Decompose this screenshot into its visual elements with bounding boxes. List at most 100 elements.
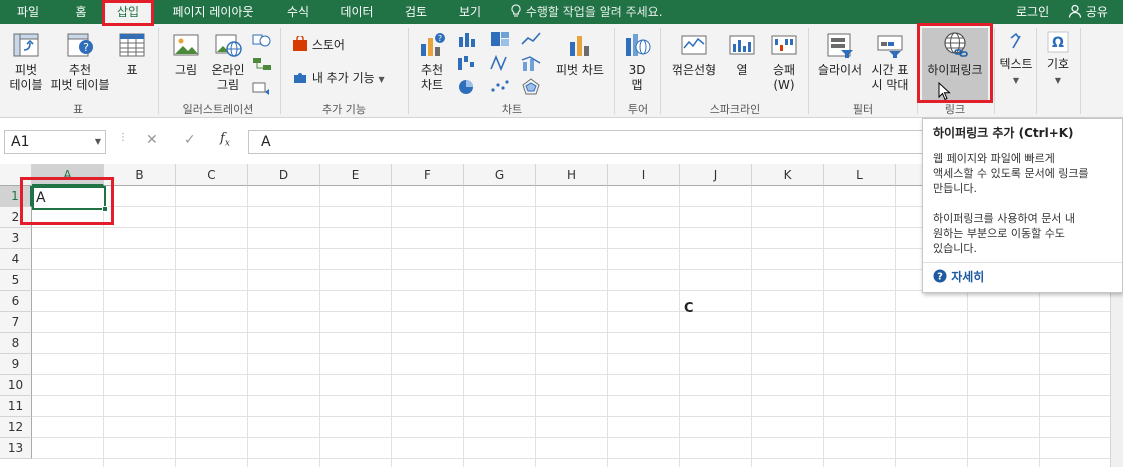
active-cell-a1[interactable]: A [32, 186, 108, 212]
shapes-icon [252, 34, 271, 47]
pie-chart-button[interactable] [454, 78, 482, 100]
recommended-pivot-button[interactable]: ? 추천 피벗 테이블 [46, 30, 114, 93]
enter-icon[interactable]: ✓ [184, 132, 196, 148]
row-header-5[interactable]: 5 [0, 270, 32, 291]
statistic-chart-button[interactable] [486, 54, 514, 76]
more-options-icon[interactable]: ⋮ [118, 132, 128, 143]
sparkline-winloss-button[interactable]: 승패 (W) [764, 30, 804, 93]
row-header-2[interactable]: 2 [0, 207, 32, 228]
pivot-chart-button[interactable]: 피벗 차트 [554, 30, 606, 78]
tell-me-more-link[interactable]: ? 자세히 [933, 269, 984, 285]
tab-insert[interactable]: 삽입 [104, 0, 152, 24]
picture-button[interactable]: 그림 [168, 30, 204, 78]
online-picture-button[interactable]: 온라인 그림 [206, 30, 250, 93]
timeline-label-1: 시간 표 [871, 63, 909, 77]
column-header-k[interactable]: K [752, 164, 824, 186]
screenshot-button[interactable] [250, 80, 274, 100]
svg-text:?: ? [83, 41, 89, 54]
3d-map-button[interactable]: 3D 맵 [620, 30, 654, 93]
group-separator [660, 28, 661, 114]
tab-home[interactable]: 홈 [62, 0, 100, 24]
column-header-j[interactable]: J [680, 164, 752, 186]
column-header-e[interactable]: E [320, 164, 392, 186]
tab-formulas[interactable]: 수식 [276, 0, 320, 24]
row-header-9[interactable]: 9 [0, 354, 32, 375]
recommended-charts-icon: ? [421, 33, 445, 56]
tell-me-text: 수행할 작업을 알려 주세요. [525, 5, 663, 19]
tab-file[interactable]: 파일 [4, 0, 52, 24]
waterfall-chart-button[interactable] [454, 54, 482, 76]
tab-data[interactable]: 데이터 [330, 0, 384, 24]
text-button[interactable]: 텍스트 ▼ [996, 30, 1036, 88]
slicer-button[interactable]: 슬라이서 [812, 30, 868, 78]
scatter-chart-button[interactable] [486, 78, 514, 100]
column-header-h[interactable]: H [536, 164, 608, 186]
column-header-f[interactable]: F [392, 164, 464, 186]
svg-text:Ω: Ω [1052, 35, 1064, 51]
3d-map-label-2: 맵 [631, 78, 643, 92]
smartart-button[interactable] [250, 56, 274, 76]
row-header-7[interactable]: 7 [0, 312, 32, 333]
column-header-b[interactable]: B [104, 164, 176, 186]
column-chart-icon [459, 33, 475, 47]
column-chart-button[interactable] [454, 30, 482, 52]
row-header-8[interactable]: 8 [0, 333, 32, 354]
recommended-charts-label-2: 차트 [420, 78, 444, 92]
store-button[interactable]: 스토어 [292, 34, 345, 53]
row-header-6[interactable]: 6 [0, 291, 32, 312]
pivot-table-button[interactable]: 피벗 테이블 [4, 30, 48, 93]
name-box[interactable]: A1 ▼ [4, 130, 106, 154]
column-header-c[interactable]: C [176, 164, 248, 186]
table-icon [119, 33, 145, 57]
timeline-label-2: 시 막대 [871, 78, 909, 92]
tell-me-box[interactable]: 수행할 작업을 알려 주세요. [510, 0, 663, 24]
row-header-11[interactable]: 11 [0, 396, 32, 417]
svg-text:?: ? [937, 272, 943, 283]
chevron-down-icon[interactable]: ▼ [95, 131, 101, 153]
group-separator [408, 28, 409, 114]
cancel-icon[interactable]: ✕ [146, 132, 158, 148]
column-header-d[interactable]: D [248, 164, 320, 186]
recommended-charts-button[interactable]: ? 추천 차트 [414, 30, 450, 93]
row-header-13[interactable]: 13 [0, 438, 32, 459]
group-separator [808, 28, 809, 114]
tooltip-line: 있습니다. [933, 242, 977, 255]
column-header-l[interactable]: L [824, 164, 896, 186]
sparkline-column-label: 열 [736, 63, 748, 77]
table-button[interactable]: 표 [114, 30, 150, 78]
dropdown-arrow-icon: ▼ [378, 75, 385, 84]
select-all-corner[interactable] [0, 164, 32, 186]
fill-handle[interactable] [102, 206, 108, 212]
line-chart-button[interactable] [518, 30, 546, 52]
symbols-button[interactable]: Ω 기호 ▼ [1040, 30, 1076, 88]
waterfall-chart-icon [458, 56, 474, 70]
row-header-3[interactable]: 3 [0, 228, 32, 249]
hyperlink-button[interactable]: 하이퍼링크 [922, 28, 988, 100]
combo-chart-button[interactable] [518, 54, 546, 76]
sparkline-column-button[interactable]: 열 [724, 30, 760, 78]
my-addins-button[interactable]: 내 추가 기능 ▼ [292, 69, 385, 87]
tell-me-more-label: 자세히 [951, 270, 985, 284]
tab-view[interactable]: 보기 [448, 0, 492, 24]
row-header-12[interactable]: 12 [0, 417, 32, 438]
shapes-button[interactable] [250, 32, 274, 52]
share-button[interactable]: 공유 [1068, 0, 1108, 24]
radar-chart-button[interactable] [518, 78, 546, 100]
store-label: 스토어 [311, 38, 345, 52]
3d-map-label-1: 3D [628, 63, 646, 77]
hierarchy-chart-button[interactable] [486, 30, 514, 52]
timeline-button[interactable]: 시간 표 시 막대 [866, 30, 914, 93]
sparkline-line-button[interactable]: 꺾은선형 [668, 30, 720, 78]
insert-function-icon[interactable]: fx [220, 131, 230, 149]
row-header-1[interactable]: 1 [0, 186, 32, 207]
row-header-10[interactable]: 10 [0, 375, 32, 396]
addin-icon [294, 73, 306, 83]
column-header-a[interactable]: A [32, 164, 104, 186]
column-header-i[interactable]: I [608, 164, 680, 186]
group-separator [994, 28, 995, 114]
tab-page-layout[interactable]: 페이지 레이아웃 [160, 0, 266, 24]
row-header-4[interactable]: 4 [0, 249, 32, 270]
tab-review[interactable]: 검토 [392, 0, 440, 24]
login-link[interactable]: 로그인 [1016, 0, 1049, 24]
column-header-g[interactable]: G [464, 164, 536, 186]
